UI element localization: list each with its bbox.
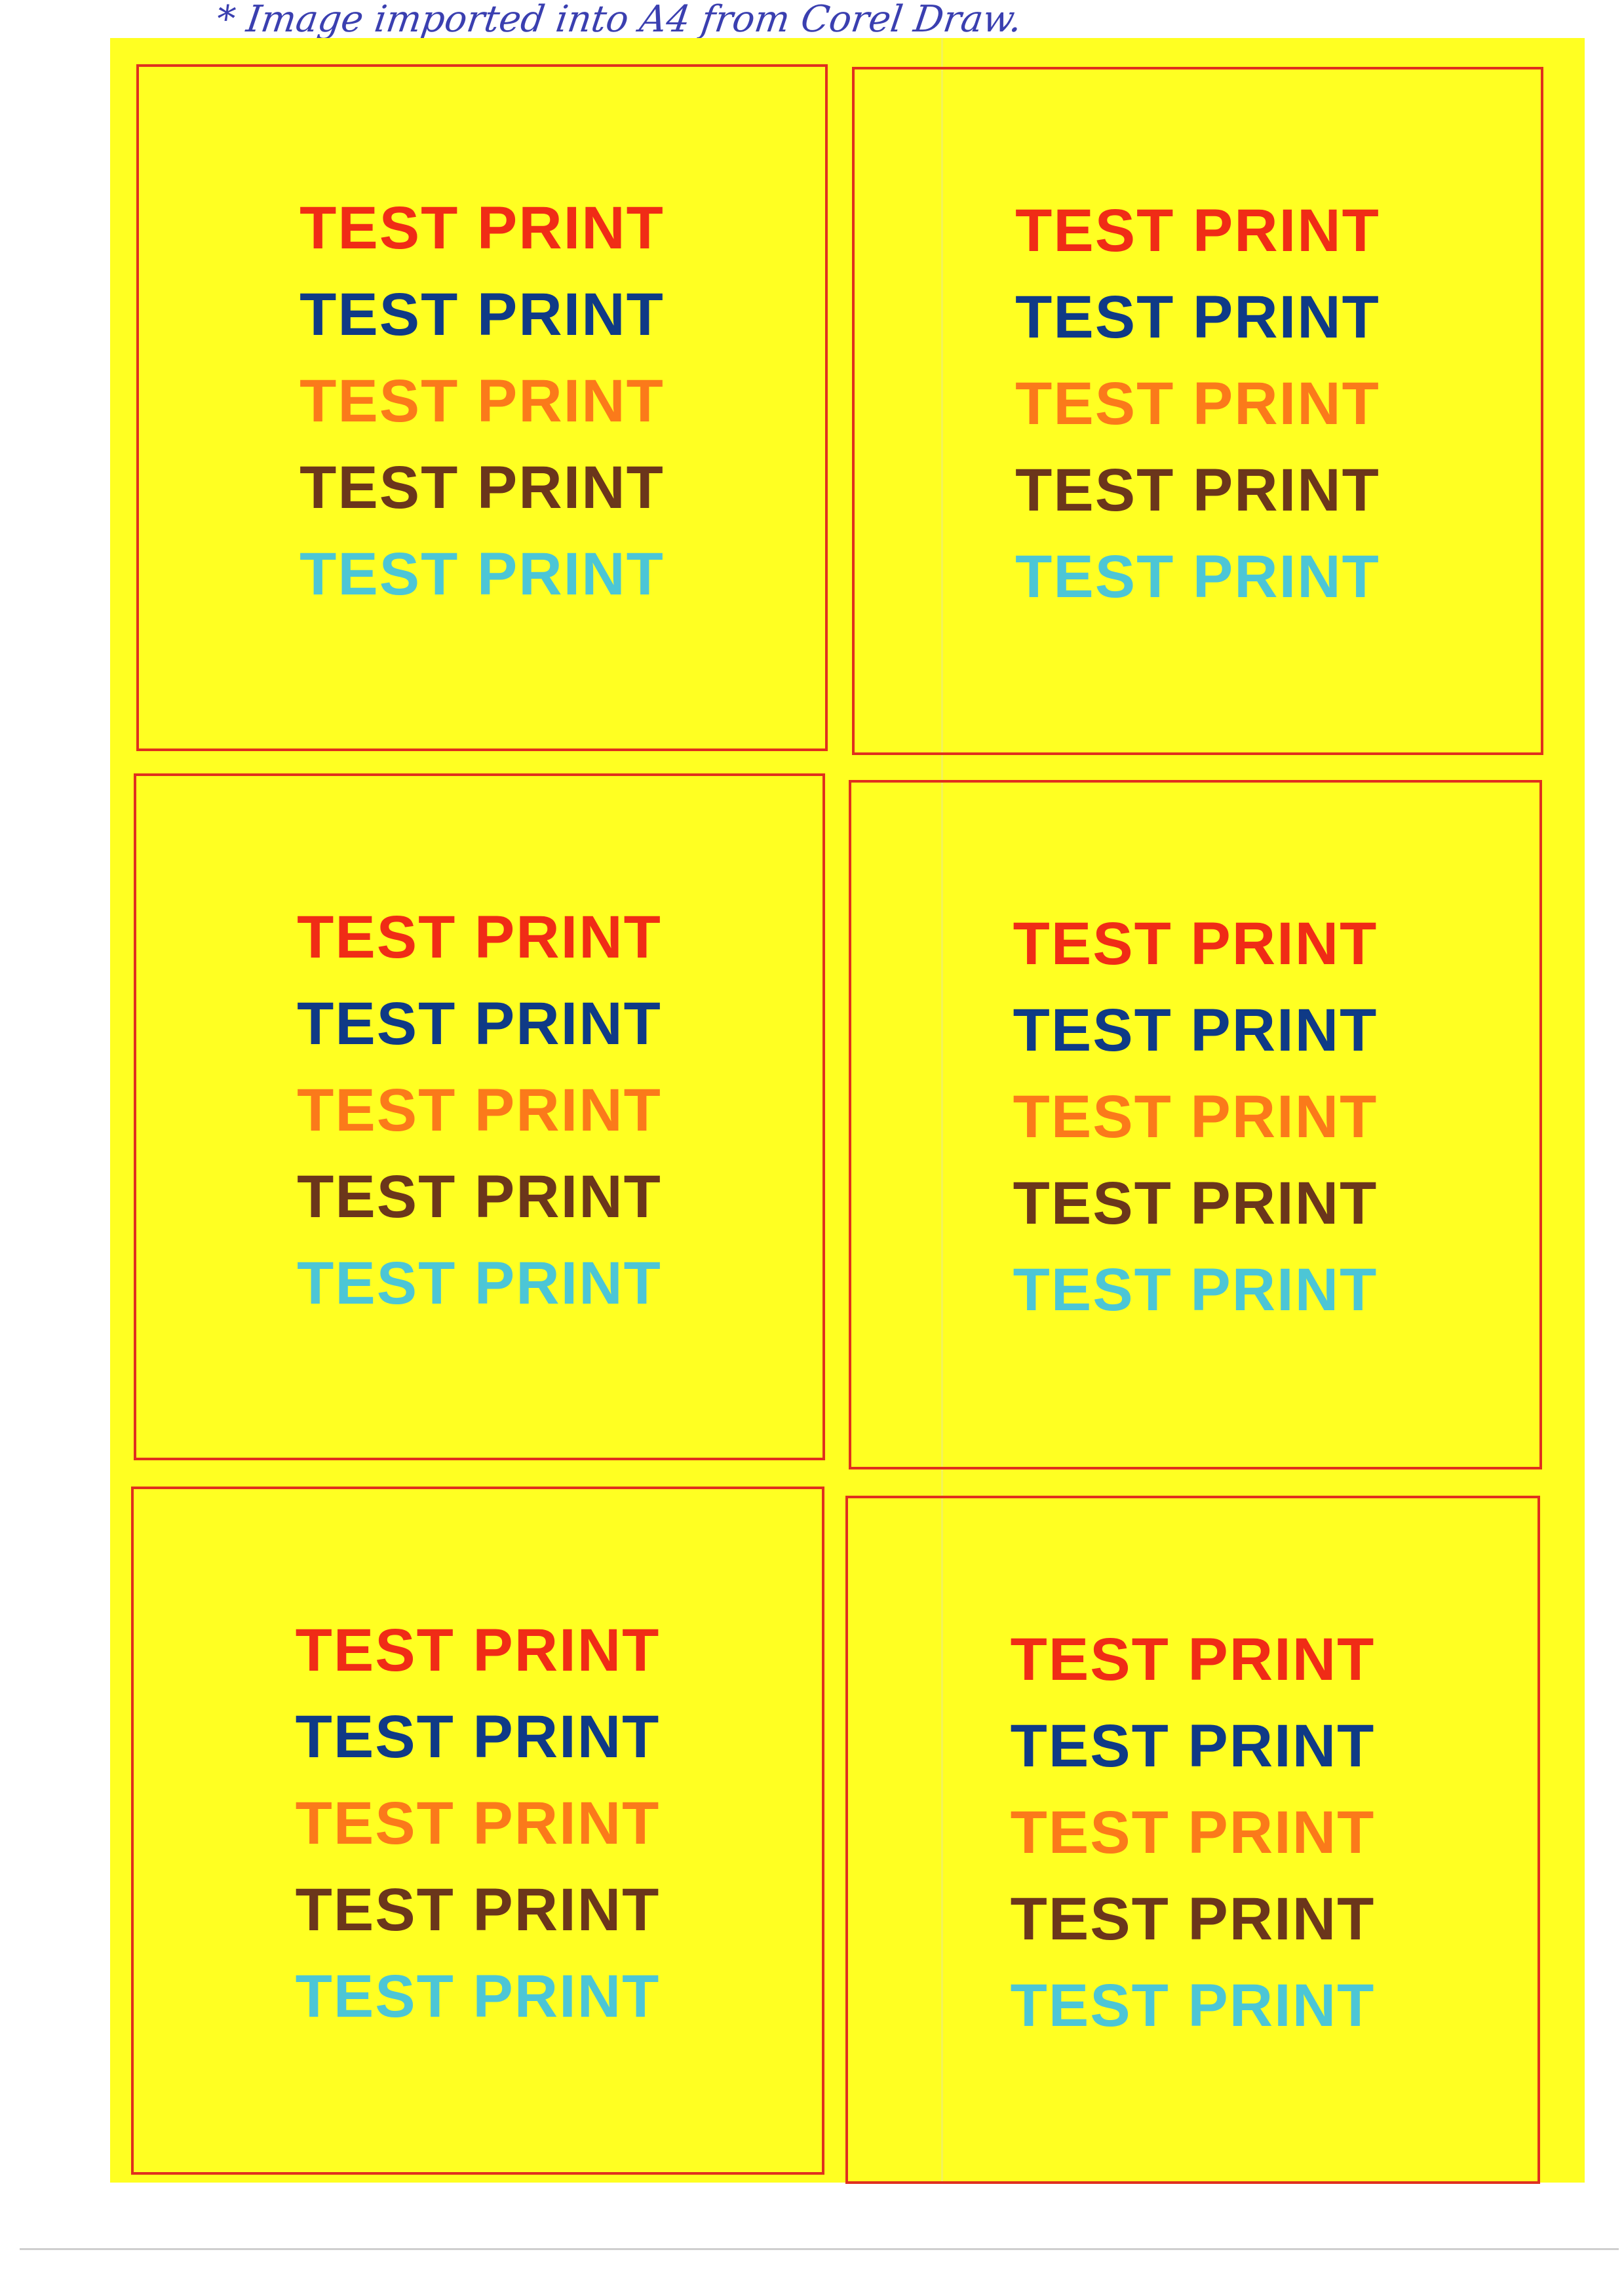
label-text-block: TEST PRINT TEST PRINT TEST PRINT TEST PR… xyxy=(139,185,825,617)
test-print-line-cyan: TEST PRINT xyxy=(1015,543,1380,610)
test-print-line-red: TEST PRINT xyxy=(297,904,662,971)
label-text-block: TEST PRINT TEST PRINT TEST PRINT TEST PR… xyxy=(851,901,1539,1333)
test-print-line-orange: TEST PRINT xyxy=(1015,370,1380,437)
test-print-line-red: TEST PRINT xyxy=(295,1617,661,1684)
label-top-left: TEST PRINT TEST PRINT TEST PRINT TEST PR… xyxy=(136,64,828,751)
label-text-block: TEST PRINT TEST PRINT TEST PRINT TEST PR… xyxy=(134,1607,822,2040)
test-print-line-orange: TEST PRINT xyxy=(297,1077,662,1144)
test-print-line-orange: TEST PRINT xyxy=(1013,1083,1378,1150)
test-print-line-blue: TEST PRINT xyxy=(295,1703,661,1770)
test-print-line-red: TEST PRINT xyxy=(1015,197,1380,264)
label-middle-right: TEST PRINT TEST PRINT TEST PRINT TEST PR… xyxy=(849,780,1542,1469)
test-print-line-cyan: TEST PRINT xyxy=(1013,1256,1378,1323)
test-print-line-cyan: TEST PRINT xyxy=(297,1250,662,1317)
test-print-line-red: TEST PRINT xyxy=(1010,1626,1376,1693)
test-print-line-cyan: TEST PRINT xyxy=(1010,1972,1376,2039)
label-middle-left: TEST PRINT TEST PRINT TEST PRINT TEST PR… xyxy=(134,773,825,1460)
test-print-line-red: TEST PRINT xyxy=(300,195,665,262)
page-bottom-rule xyxy=(20,2248,1619,2250)
test-print-line-orange: TEST PRINT xyxy=(295,1790,661,1857)
label-bottom-left: TEST PRINT TEST PRINT TEST PRINT TEST PR… xyxy=(131,1487,824,2175)
label-bottom-right: TEST PRINT TEST PRINT TEST PRINT TEST PR… xyxy=(845,1496,1540,2184)
test-print-line-orange: TEST PRINT xyxy=(1010,1799,1376,1866)
label-text-block: TEST PRINT TEST PRINT TEST PRINT TEST PR… xyxy=(848,1616,1537,2049)
test-print-line-blue: TEST PRINT xyxy=(300,281,665,348)
test-print-line-brown: TEST PRINT xyxy=(1013,1170,1378,1237)
test-print-line-red: TEST PRINT xyxy=(1013,910,1378,977)
test-print-line-cyan: TEST PRINT xyxy=(295,1963,661,2030)
test-print-line-blue: TEST PRINT xyxy=(1010,1713,1376,1779)
test-print-line-blue: TEST PRINT xyxy=(1015,284,1380,351)
test-print-line-brown: TEST PRINT xyxy=(295,1876,661,1943)
label-text-block: TEST PRINT TEST PRINT TEST PRINT TEST PR… xyxy=(136,894,822,1327)
label-top-right: TEST PRINT TEST PRINT TEST PRINT TEST PR… xyxy=(852,67,1543,755)
test-print-line-cyan: TEST PRINT xyxy=(300,541,665,608)
test-print-line-brown: TEST PRINT xyxy=(300,454,665,521)
test-print-line-brown: TEST PRINT xyxy=(1015,457,1380,524)
test-print-line-brown: TEST PRINT xyxy=(297,1163,662,1230)
test-print-line-blue: TEST PRINT xyxy=(1013,997,1378,1064)
test-print-line-orange: TEST PRINT xyxy=(300,368,665,435)
test-print-line-blue: TEST PRINT xyxy=(297,990,662,1057)
test-print-line-brown: TEST PRINT xyxy=(1010,1886,1376,1953)
label-text-block: TEST PRINT TEST PRINT TEST PRINT TEST PR… xyxy=(855,187,1541,620)
